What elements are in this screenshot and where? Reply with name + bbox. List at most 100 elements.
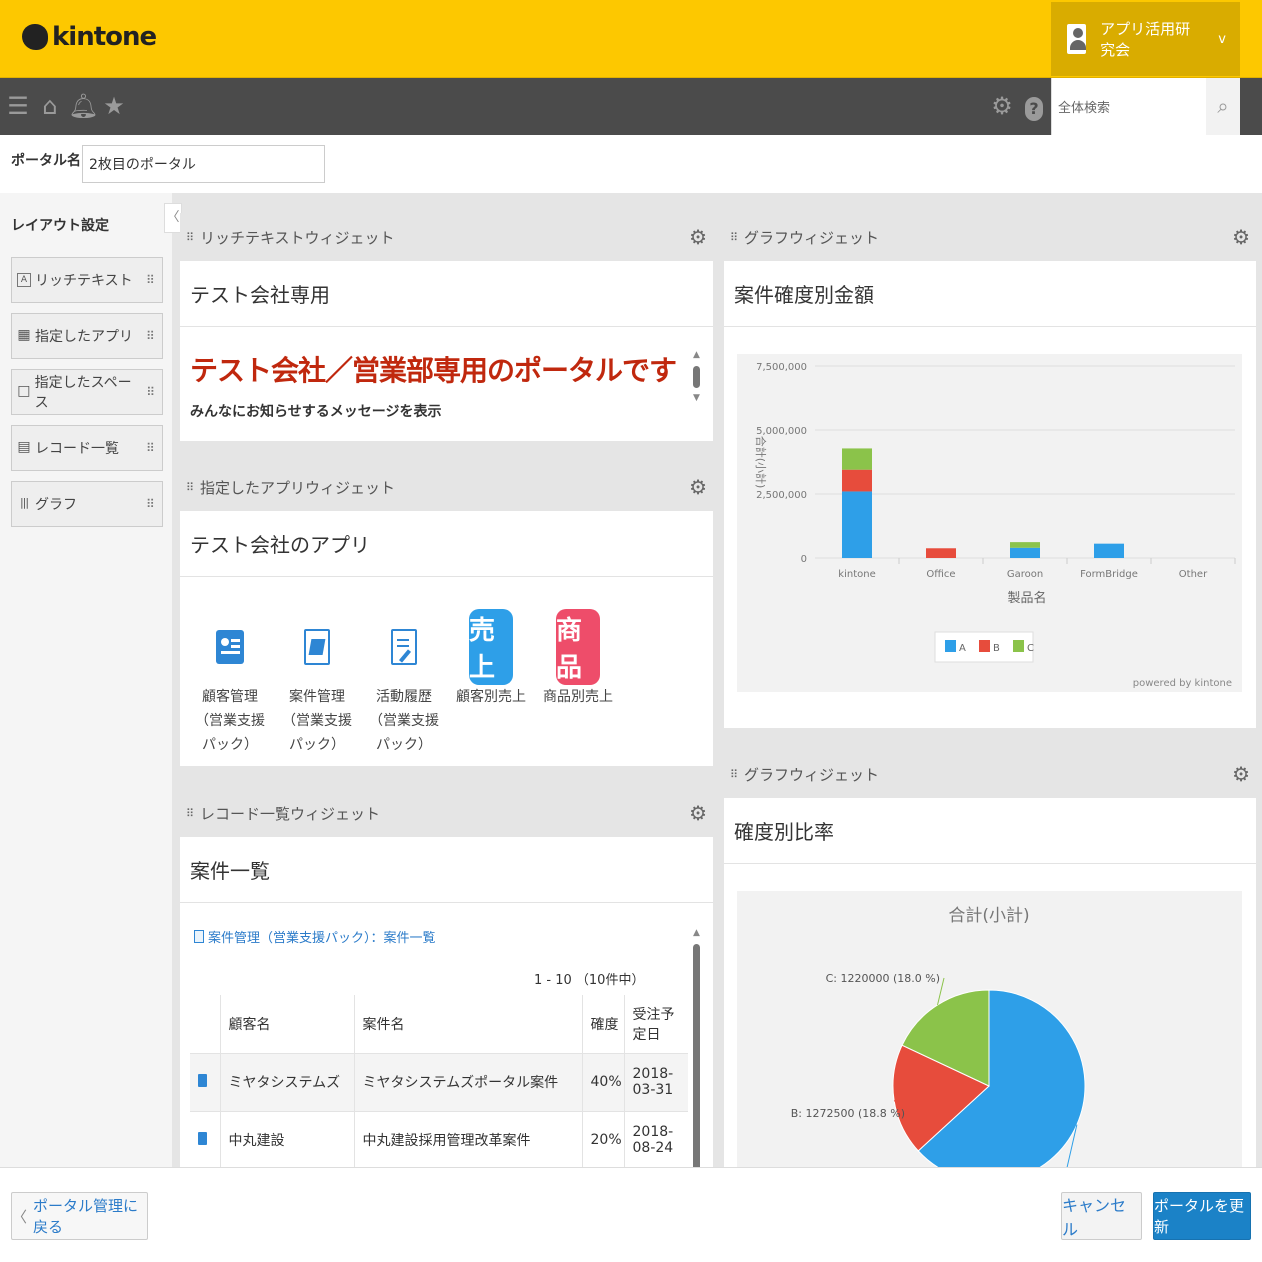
widget-header-label: リッチテキストウィジェット [200, 228, 395, 247]
drag-handle-icon[interactable]: ⠿ [146, 330, 155, 342]
sales-by-product-icon: 商品 [541, 609, 615, 685]
app-item[interactable]: 案件管理（営業支援パック） [280, 609, 354, 757]
drag-handle-icon[interactable]: ⠿ [146, 274, 155, 286]
drag-handle-icon[interactable]: ⠿ [186, 232, 194, 243]
update-portal-button[interactable]: ポータルを更新 [1153, 1192, 1251, 1240]
palette-specified-space[interactable]: □ 指定したスペース ⠿ [11, 369, 163, 415]
palette-graph[interactable]: ||| グラフ ⠿ [11, 481, 163, 527]
widget-settings-icon[interactable]: ⚙ [689, 475, 707, 499]
legend-label: A [959, 643, 966, 654]
pie-chart: 合計(小計)A: 4278900 (63.2 %)B: 1272500 (18.… [737, 891, 1242, 1167]
widget-header[interactable]: ⠿ グラフウィジェット ⚙ [724, 750, 1256, 798]
scroll-up-icon[interactable]: ▲ [693, 929, 701, 938]
record-range: 1 - 10 （10件中） [534, 973, 645, 988]
chevron-down-icon: v [1218, 31, 1226, 47]
drag-handle-icon[interactable]: ⠿ [146, 386, 155, 398]
graph-body: 7,500,000 5,000,000 2,500,000 0 kintone Offic… [724, 327, 1256, 728]
drag-handle-icon[interactable]: ⠿ [146, 498, 155, 510]
widget-header[interactable]: ⠿ レコード一覧ウィジェット ⚙ [180, 789, 713, 837]
app-item[interactable]: 商品 商品別売上 [541, 609, 615, 757]
bell-icon[interactable]: 🔔︎ [68, 88, 98, 124]
widget-header-label: レコード一覧ウィジェット [200, 804, 381, 823]
graph-widget-ratio: ⠿ グラフウィジェット ⚙ 確度別比率 合計(小計)A: 4278900 (63… [724, 750, 1256, 1167]
chart-credit: powered by kintone [1133, 678, 1232, 689]
palette-label: リッチテキスト [35, 273, 133, 289]
record-detail-icon[interactable] [190, 1053, 221, 1112]
table-header-cell[interactable]: 案件名 [354, 995, 583, 1054]
update-portal-button-label: ポータルを更新 [1154, 1197, 1245, 1236]
table-header-cell[interactable]: 顧客名 [220, 995, 355, 1054]
drag-handle-icon[interactable]: ⠿ [730, 769, 738, 780]
widget-header[interactable]: ⠿ 指定したアプリウィジェット ⚙ [180, 463, 713, 511]
app-label: 案件管理（営業支援パック） [282, 689, 352, 753]
search-placeholder: 全体検索 [1058, 101, 1111, 116]
x-axis-label: 製品名 [1007, 590, 1046, 606]
scrollbar[interactable]: ▲ [693, 929, 701, 1167]
record-table: 顧客名 案件名 確度 受注予定日 ミヤタシステムズ ミヤタシステムズポータル案件… [190, 995, 688, 1167]
bar-C [842, 448, 872, 470]
y-tick-label: 2,500,000 [756, 490, 807, 501]
scroll-up-icon[interactable]: ▲ [693, 351, 701, 360]
help-icon[interactable]: ? [1020, 88, 1048, 124]
app-item[interactable]: 顧客管理（営業支援パック） [193, 609, 267, 757]
home-icon[interactable]: ⌂ [36, 88, 64, 124]
widget-title: 案件確度別金額 [724, 261, 1256, 327]
portal-name-input[interactable]: 2枚目のポータル [82, 145, 325, 183]
cancel-button[interactable]: キャンセル [1061, 1192, 1142, 1240]
widget-header[interactable]: ⠿ グラフウィジェット ⚙ [724, 213, 1256, 261]
drag-handle-icon[interactable]: ⠿ [730, 232, 738, 243]
table-row[interactable]: ミヤタシステムズ ミヤタシステムズポータル案件 40% 2018-03-31 [190, 1053, 688, 1112]
back-button-label: ポータル管理に戻る [33, 1197, 139, 1236]
pie-data-label: C: 1220000 (18.0 %) [826, 972, 940, 985]
palette-specified-app[interactable]: ▦ 指定したアプリ ⠿ [11, 313, 163, 359]
scrollbar[interactable]: ▲ ▼ [693, 351, 701, 421]
search-icon[interactable]: ⌕ [1206, 78, 1240, 135]
app-label: 商品別売上 [543, 689, 613, 705]
widget-settings-icon[interactable]: ⚙ [689, 225, 707, 249]
app-item[interactable]: 活動履歴（営業支援パック） [367, 609, 441, 757]
widget-settings-icon[interactable]: ⚙ [1232, 225, 1250, 249]
gear-icon[interactable]: ⚙ [988, 88, 1016, 124]
user-avatar-icon [1067, 24, 1087, 54]
menu-icon[interactable]: ☰ [4, 88, 32, 124]
palette-record-list[interactable]: ▤ レコード一覧 ⠿ [11, 425, 163, 471]
palette-label: レコード一覧 [35, 441, 119, 457]
widget-header-label: グラフウィジェット [744, 765, 880, 784]
bar-A [842, 491, 872, 558]
drag-handle-icon[interactable]: ⠿ [186, 808, 194, 819]
table-cell: 2018-03-31 [624, 1053, 688, 1112]
app-list: 顧客管理（営業支援パック） 案件管理（営業支援パック） 活動履歴（営業支援パック… [180, 577, 713, 766]
legend-swatch [1013, 640, 1024, 652]
rich-text-widget: ⠿ リッチテキストウィジェット ⚙ テスト会社専用 テスト会社／営業部専用のポー… [180, 213, 713, 441]
drag-handle-icon[interactable]: ⠿ [146, 442, 155, 454]
palette-label: 指定したアプリ [35, 329, 133, 345]
scroll-down-icon[interactable]: ▼ [693, 394, 701, 403]
kintone-logo[interactable]: kintone [22, 22, 157, 52]
widget-title: 案件一覧 [180, 837, 713, 903]
app-item[interactable]: 売上 顧客別売上 [454, 609, 528, 757]
table-header-cell[interactable]: 受注予定日 [624, 995, 688, 1054]
scroll-thumb[interactable] [693, 366, 700, 388]
table-icon: ▤ [17, 439, 31, 455]
bar-B [842, 469, 872, 492]
bar-C [1010, 542, 1040, 548]
app-badge: 売上 [469, 609, 513, 685]
drag-handle-icon[interactable]: ⠿ [186, 482, 194, 493]
palette-label: グラフ [35, 497, 77, 513]
table-header-cell[interactable]: 確度 [582, 995, 625, 1054]
user-menu[interactable]: アプリ活用研究会 v [1051, 2, 1240, 76]
star-icon[interactable]: ★ [100, 88, 128, 124]
widget-header[interactable]: ⠿ リッチテキストウィジェット ⚙ [180, 213, 713, 261]
back-button[interactable]: 〈 ポータル管理に戻る [11, 1192, 148, 1240]
record-list-link[interactable]: 案件管理（営業支援パック）：案件一覧 [194, 927, 436, 946]
widget-settings-icon[interactable]: ⚙ [689, 801, 707, 825]
pie-data-label: B: 1272500 (18.8 %) [791, 1107, 905, 1120]
record-list-body: 案件管理（営業支援パック）：案件一覧 1 - 10 （10件中） 顧客名 案件名… [180, 903, 713, 1167]
x-tick-label: Other [1179, 569, 1208, 580]
widget-settings-icon[interactable]: ⚙ [1232, 762, 1250, 786]
palette-rich-text[interactable]: A リッチテキスト ⠿ [11, 257, 163, 303]
record-detail-icon[interactable] [190, 1111, 221, 1167]
table-row[interactable]: 中丸建設 中丸建設採用管理改革案件 20% 2018-08-24 [190, 1111, 688, 1167]
scroll-thumb[interactable] [693, 944, 700, 1167]
deal-document-icon [280, 609, 354, 685]
